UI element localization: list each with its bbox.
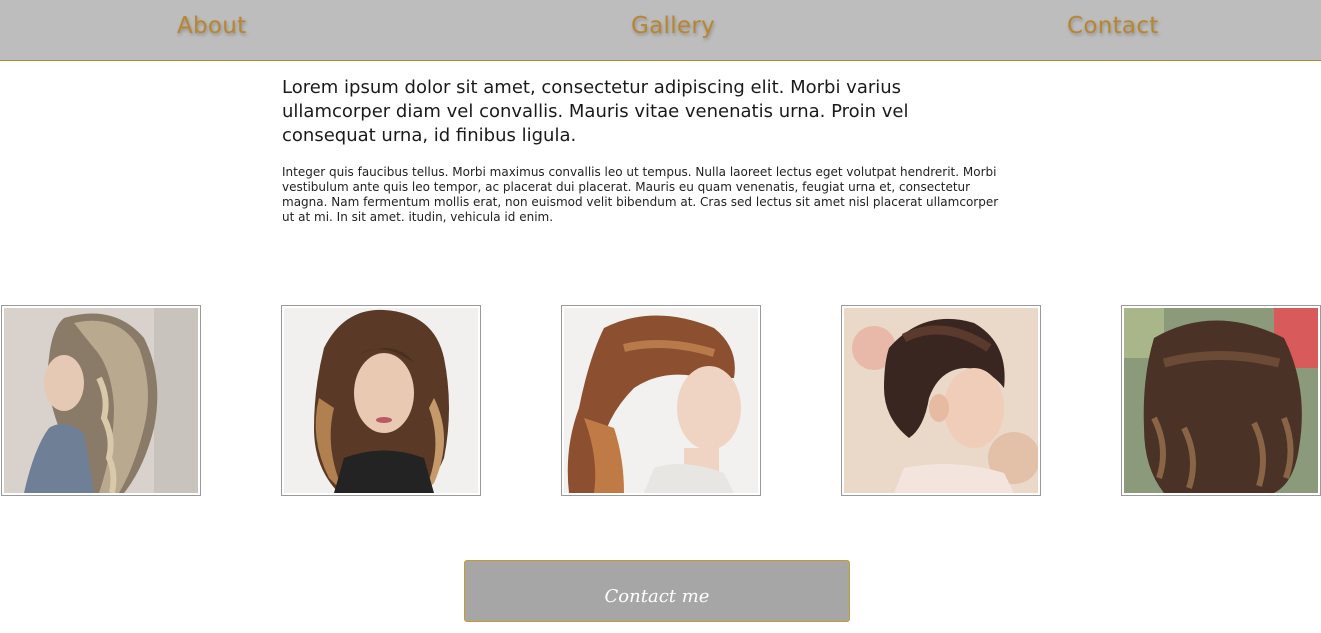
photo-side-braid-image <box>4 308 198 493</box>
photo-wavy-portrait-image <box>284 308 478 493</box>
intro-lead-text: Lorem ipsum dolor sit amet, consectetur … <box>282 77 909 146</box>
top-navbar: About Gallery Contact <box>0 0 1321 61</box>
gallery-photo-waterfall-braid[interactable] <box>561 305 761 496</box>
photo-waterfall-braid-image <box>564 308 758 493</box>
photo-half-up-braid-image <box>1124 308 1318 493</box>
intro-body-text: Integer quis faucibus tellus. Morbi maxi… <box>282 165 999 224</box>
nav-link-gallery[interactable]: Gallery <box>631 13 715 39</box>
gallery-photo-crown-braid[interactable] <box>841 305 1041 496</box>
gallery-photo-side-braid[interactable] <box>1 305 201 496</box>
nav-link-about[interactable]: About <box>177 13 247 39</box>
photo-crown-braid-image <box>844 308 1038 493</box>
photo-gallery <box>0 305 1321 496</box>
gallery-photo-half-up-braid[interactable] <box>1121 305 1321 496</box>
nav-link-contact[interactable]: Contact <box>1067 13 1159 39</box>
gallery-photo-wavy-portrait[interactable] <box>281 305 481 496</box>
intro-section: Lorem ipsum dolor sit amet, consectetur … <box>282 76 1002 225</box>
contact-me-button[interactable]: Contact me <box>464 560 850 622</box>
